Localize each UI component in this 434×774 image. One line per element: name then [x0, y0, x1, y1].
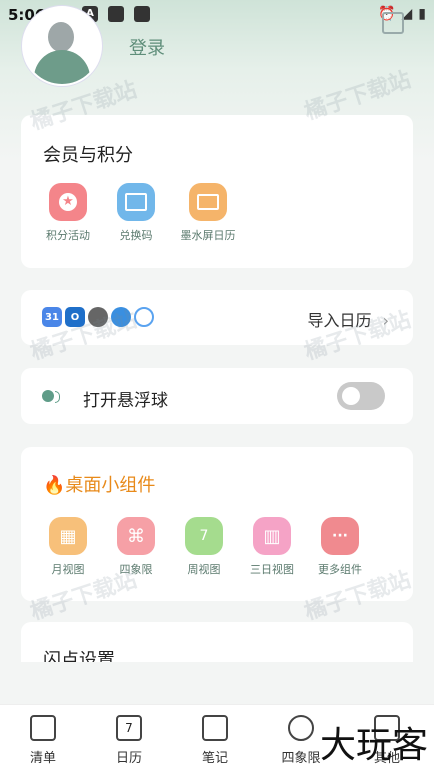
float-ball-card: 打开悬浮球 [21, 368, 413, 424]
fire-icon: 🔥 [43, 475, 66, 496]
notification-icon [134, 6, 150, 22]
outlook-icon: O [65, 307, 85, 327]
quadrant-icon: ⌘ [117, 517, 155, 555]
feishu-icon [111, 307, 131, 327]
chevron-right-icon: › [382, 311, 389, 330]
note-icon [202, 715, 228, 741]
float-ball-label: 打开悬浮球 [83, 391, 168, 411]
calendar-sources: 31 O [42, 307, 157, 327]
eink-calendar-button[interactable]: 墨水屏日历 [168, 183, 248, 243]
screen-icon [189, 183, 227, 221]
toggle-knob [342, 387, 360, 405]
flash-settings-title: 闪点设置 [43, 650, 115, 662]
membership-title: 会员与积分 [43, 145, 133, 166]
membership-card: 会员与积分 ★ 积分活动 兑换码 墨水屏日历 [21, 115, 413, 268]
week-icon: 7 [185, 517, 223, 555]
redeem-code-button[interactable]: 兑换码 [96, 183, 176, 243]
tab-checklist[interactable]: 清单 [0, 715, 86, 766]
more-widgets-label: 更多组件 [318, 563, 362, 576]
import-calendar-label: 导入日历 [307, 311, 372, 330]
tab-notes-label: 笔记 [201, 751, 228, 766]
float-ball-toggle[interactable] [337, 382, 385, 410]
import-calendar-action[interactable]: 导入日历 › [307, 307, 389, 331]
tab-calendar[interactable]: 7 日历 [86, 715, 172, 766]
calendar-icon: 7 [116, 715, 142, 741]
tab-calendar-label: 日历 [115, 751, 142, 766]
more-widgets-button[interactable]: ··· 更多组件 [300, 517, 380, 577]
eink-calendar-label: 墨水屏日历 [180, 229, 236, 242]
float-ball-icon [42, 390, 54, 402]
login-link[interactable]: 登录 [129, 34, 165, 60]
widgets-card: 🔥桌面小组件 ▦ 月视图 ⌘ 四象限 7 周视图 ▥ 三日视图 ··· 更多组件 [21, 447, 413, 601]
avatar-head [48, 22, 74, 52]
google-calendar-icon: 31 [42, 307, 62, 327]
scan-icon[interactable] [382, 12, 404, 34]
notification-icon [108, 6, 124, 22]
apple-icon [88, 307, 108, 327]
quadrant-icon [288, 715, 314, 741]
battery-icon: ▮ [418, 6, 426, 22]
watermark-logo: 大玩客 [319, 725, 428, 766]
avatar[interactable] [22, 6, 102, 86]
widgets-title-row: 🔥桌面小组件 [43, 471, 155, 497]
avatar-body [34, 50, 90, 84]
three-day-icon: ▥ [253, 517, 291, 555]
flash-settings-card[interactable]: 闪点设置 [21, 622, 413, 662]
float-ball-icon-arc [55, 391, 60, 403]
widgets-title: 桌面小组件 [65, 475, 156, 496]
gift-icon [117, 183, 155, 221]
more-icon: ··· [321, 517, 359, 555]
tab-checklist-label: 清单 [29, 751, 56, 766]
tab-notes[interactable]: 笔记 [172, 715, 258, 766]
import-calendar-card[interactable]: 31 O 导入日历 › [21, 290, 413, 345]
star-icon: ★ [49, 183, 87, 221]
calendar-grid-icon: ▦ [49, 517, 87, 555]
chat-icon [134, 307, 154, 327]
redeem-code-label: 兑换码 [119, 229, 153, 242]
checklist-icon [30, 715, 56, 741]
